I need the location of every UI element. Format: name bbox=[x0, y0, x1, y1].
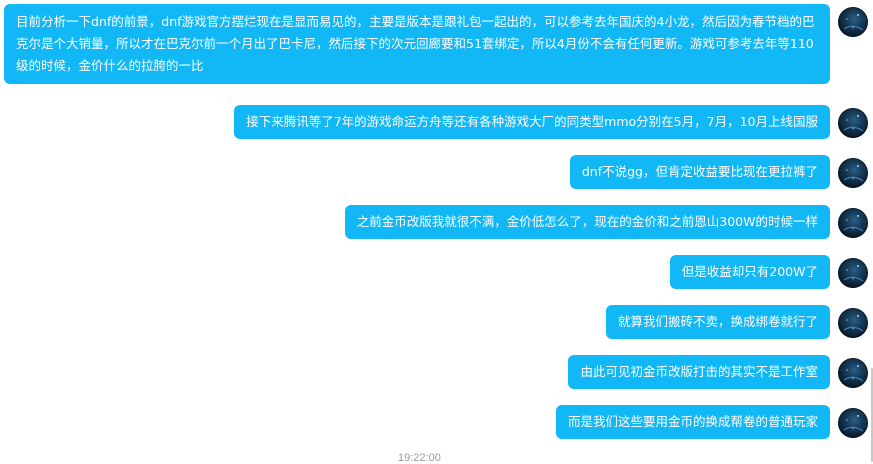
user-avatar-icon[interactable] bbox=[838, 358, 868, 388]
message-row: 之前金币改版我就很不满，金价低怎么了，现在的金价和之前恩山300W的时候一样 bbox=[344, 205, 873, 239]
message-bubble[interactable]: 但是收益却只有200W了 bbox=[669, 255, 830, 289]
message-bubble[interactable]: 之前金币改版我就很不满，金价低怎么了，现在的金价和之前恩山300W的时候一样 bbox=[344, 205, 830, 239]
message-timestamp: 19:22:00 bbox=[398, 452, 441, 464]
message-bubble[interactable]: 就算我们搬砖不卖，换成绑卷就行了 bbox=[605, 305, 830, 339]
user-avatar-icon[interactable] bbox=[838, 258, 868, 288]
message-bubble[interactable]: 而是我们这些要用金币的换成帮卷的普通玩家 bbox=[555, 405, 830, 439]
message-row: 由此可见初金币改版打击的其实不是工作室 bbox=[568, 355, 873, 389]
user-avatar-icon[interactable] bbox=[838, 108, 868, 138]
message-bubble[interactable]: 由此可见初金币改版打击的其实不是工作室 bbox=[568, 355, 830, 389]
message-row: 目前分析一下dnf的前景，dnf游戏官方摆烂现在是显而易见的，主要是版本是跟礼包… bbox=[4, 4, 873, 84]
chat-message-list[interactable]: 目前分析一下dnf的前景，dnf游戏官方摆烂现在是显而易见的，主要是版本是跟礼包… bbox=[0, 0, 873, 464]
user-avatar-icon[interactable] bbox=[838, 308, 868, 338]
message-bubble[interactable]: 目前分析一下dnf的前景，dnf游戏官方摆烂现在是显而易见的，主要是版本是跟礼包… bbox=[4, 4, 830, 84]
message-row: 就算我们搬砖不卖，换成绑卷就行了 bbox=[605, 305, 873, 339]
user-avatar-icon[interactable] bbox=[838, 208, 868, 238]
message-row: 但是收益却只有200W了 bbox=[669, 255, 873, 289]
user-avatar-icon[interactable] bbox=[838, 7, 868, 37]
message-bubble[interactable]: dnf不说gg，但肯定收益要比现在更拉裤了 bbox=[569, 155, 830, 189]
message-bubble[interactable]: 接下来腾讯等了7年的游戏命运方舟等还有各种游戏大厂的同类型mmo分别在5月，7月… bbox=[234, 105, 830, 139]
message-row: 接下来腾讯等了7年的游戏命运方舟等还有各种游戏大厂的同类型mmo分别在5月，7月… bbox=[234, 105, 873, 139]
message-row: 而是我们这些要用金币的换成帮卷的普通玩家 bbox=[555, 405, 873, 439]
message-row: dnf不说gg，但肯定收益要比现在更拉裤了 bbox=[569, 155, 873, 189]
user-avatar-icon[interactable] bbox=[838, 158, 868, 188]
user-avatar-icon[interactable] bbox=[838, 408, 868, 438]
